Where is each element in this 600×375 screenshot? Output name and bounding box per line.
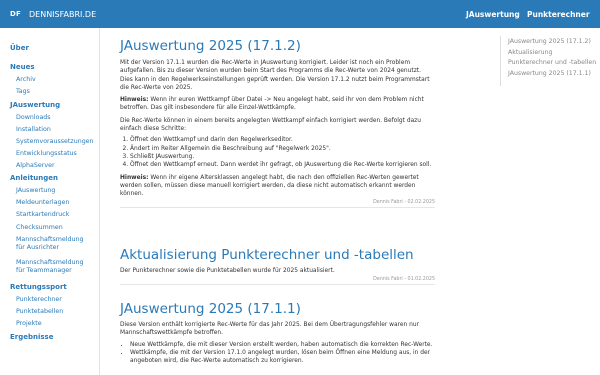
- nav-jauswertung[interactable]: JAuswertung: [466, 0, 520, 28]
- list-item: Öffnet den Wettkampf erneut. Dann werdet…: [130, 161, 435, 169]
- sidebar-item-mannschaftsmeldung-teammanager[interactable]: Mannschaftsmeldung für Teammanager: [16, 259, 83, 275]
- left-sidebar: Über Neues Archiv Tags JAuswertung Downl…: [0, 28, 100, 375]
- sidebar-item-archiv[interactable]: Archiv: [16, 76, 36, 84]
- bullet-list: Neue Wettkämpfe, die mit dieser Version …: [120, 341, 435, 366]
- list-item: Neue Wettkämpfe, die mit dieser Version …: [130, 341, 435, 349]
- sidebar-item-downloads[interactable]: Downloads: [16, 114, 51, 122]
- list-item: Schließt JAuswertung.: [130, 153, 435, 161]
- post-title[interactable]: Aktualisierung Punkterechner und -tabell…: [120, 247, 435, 263]
- list-item: Wettkämpfe, die mit der Version 17.1.0 a…: [130, 349, 435, 366]
- toc-item-17-1-1[interactable]: JAuswertung 2025 (17.1.1): [508, 70, 591, 77]
- post-hint: Hinweis: Wenn ihr euren Wettkampf über D…: [120, 96, 435, 113]
- post-title[interactable]: JAuswertung 2025 (17.1.2): [120, 38, 435, 54]
- table-of-contents: JAuswertung 2025 (17.1.2) Aktualisierung…: [500, 28, 600, 375]
- sidebar-item-mannschaftsmeldung-ausrichter[interactable]: Mannschaftsmeldung für Ausrichter: [16, 236, 83, 252]
- toc-item-punkterechner-tabellen[interactable]: Punkterechner und -tabellen: [508, 59, 596, 66]
- sidebar-group-neues[interactable]: Neues: [10, 63, 35, 71]
- toc-divider: [500, 36, 501, 86]
- sidebar-item-installation[interactable]: Installation: [16, 126, 51, 134]
- site-name[interactable]: DENNISFABRI.DE: [29, 10, 96, 19]
- post-hint: Hinweis: Wenn ihr eigene Altersklassen a…: [120, 174, 435, 199]
- post-byline: Dennis Fabri - 02.02.2025: [373, 200, 435, 206]
- post-paragraph: Mit der Version 17.1.1 wurden die Rec-We…: [120, 60, 430, 91]
- sidebar-group-rettungssport[interactable]: Rettungssport: [10, 283, 67, 291]
- sidebar-item-checksummen[interactable]: Checksummen: [16, 224, 63, 232]
- nav-punkterechner[interactable]: Punkterechner: [527, 0, 590, 28]
- sidebar-item-tags[interactable]: Tags: [16, 88, 30, 96]
- post-punkterechner: Aktualisierung Punkterechner und -tabell…: [120, 247, 435, 286]
- toc-item-17-1-2[interactable]: JAuswertung 2025 (17.1.2): [508, 38, 591, 45]
- top-navbar: DF DENNISFABRI.DE JAuswertung Punkterech…: [0, 0, 600, 28]
- hint-text: Wenn ihr eigene Altersklassen angelegt h…: [120, 174, 419, 198]
- list-item: Ändert im Reiter Allgemein die Beschreib…: [130, 145, 435, 153]
- divider: [120, 207, 435, 209]
- post-title[interactable]: JAuswertung 2025 (17.1.1): [120, 301, 435, 317]
- sidebar-item-startkartendruck[interactable]: Startkartendruck: [16, 211, 69, 219]
- sidebar-item-projekte[interactable]: Projekte: [16, 320, 42, 328]
- sidebar-group-anleitungen[interactable]: Anleitungen: [10, 174, 58, 182]
- main-content: JAuswertung 2025 (17.1.2) Mit der Versio…: [100, 28, 500, 375]
- hint-label: Hinweis:: [120, 97, 149, 104]
- list-item: Öffnet den Wettkampf und darin den Regel…: [130, 136, 435, 144]
- sidebar-item-meldeunterlagen[interactable]: Meldeunterlagen: [16, 199, 69, 207]
- sidebar-group-ergebnisse[interactable]: Ergebnisse: [10, 333, 53, 341]
- sidebar-item-punkterechner[interactable]: Punkterechner: [16, 296, 62, 304]
- sidebar-item-anleitung-jauswertung[interactable]: JAuswertung: [16, 187, 55, 195]
- steps-list: Öffnet den Wettkampf und darin den Regel…: [120, 136, 435, 169]
- sidebar-item-alphaserver[interactable]: AlphaServer: [16, 162, 55, 170]
- post-paragraph: Die Rec-Werte können in einem bereits an…: [120, 117, 422, 133]
- post-paragraph: Diese Version enthält korrigierte Rec-We…: [120, 322, 419, 337]
- site-logo[interactable]: DF: [10, 10, 21, 18]
- divider: [120, 284, 435, 286]
- post-byline: Dennis Fabri - 01.02.2025: [373, 277, 435, 283]
- post-17-1-1: JAuswertung 2025 (17.1.1) Diese Version …: [120, 301, 435, 365]
- hint-text: Wenn ihr euren Wettkampf über Datei -> N…: [120, 97, 424, 112]
- site-brand[interactable]: DF DENNISFABRI.DE: [10, 10, 96, 19]
- sidebar-item-entwicklungsstatus[interactable]: Entwicklungsstatus: [16, 150, 77, 158]
- sidebar-item-punktetabellen[interactable]: Punktetabellen: [16, 308, 63, 316]
- sidebar-item-about[interactable]: Über: [10, 44, 29, 52]
- post-17-1-2: JAuswertung 2025 (17.1.2) Mit der Versio…: [120, 38, 435, 209]
- toc-item-aktualisierung[interactable]: Aktualisierung: [508, 49, 552, 56]
- hint-label: Hinweis:: [120, 174, 149, 181]
- sidebar-group-jauswertung[interactable]: JAuswertung: [10, 101, 60, 109]
- sidebar-item-systemvoraussetzungen[interactable]: Systemvoraussetzungen: [16, 138, 94, 146]
- post-paragraph: Der Punkterechner sowie die Punktetabell…: [120, 268, 335, 274]
